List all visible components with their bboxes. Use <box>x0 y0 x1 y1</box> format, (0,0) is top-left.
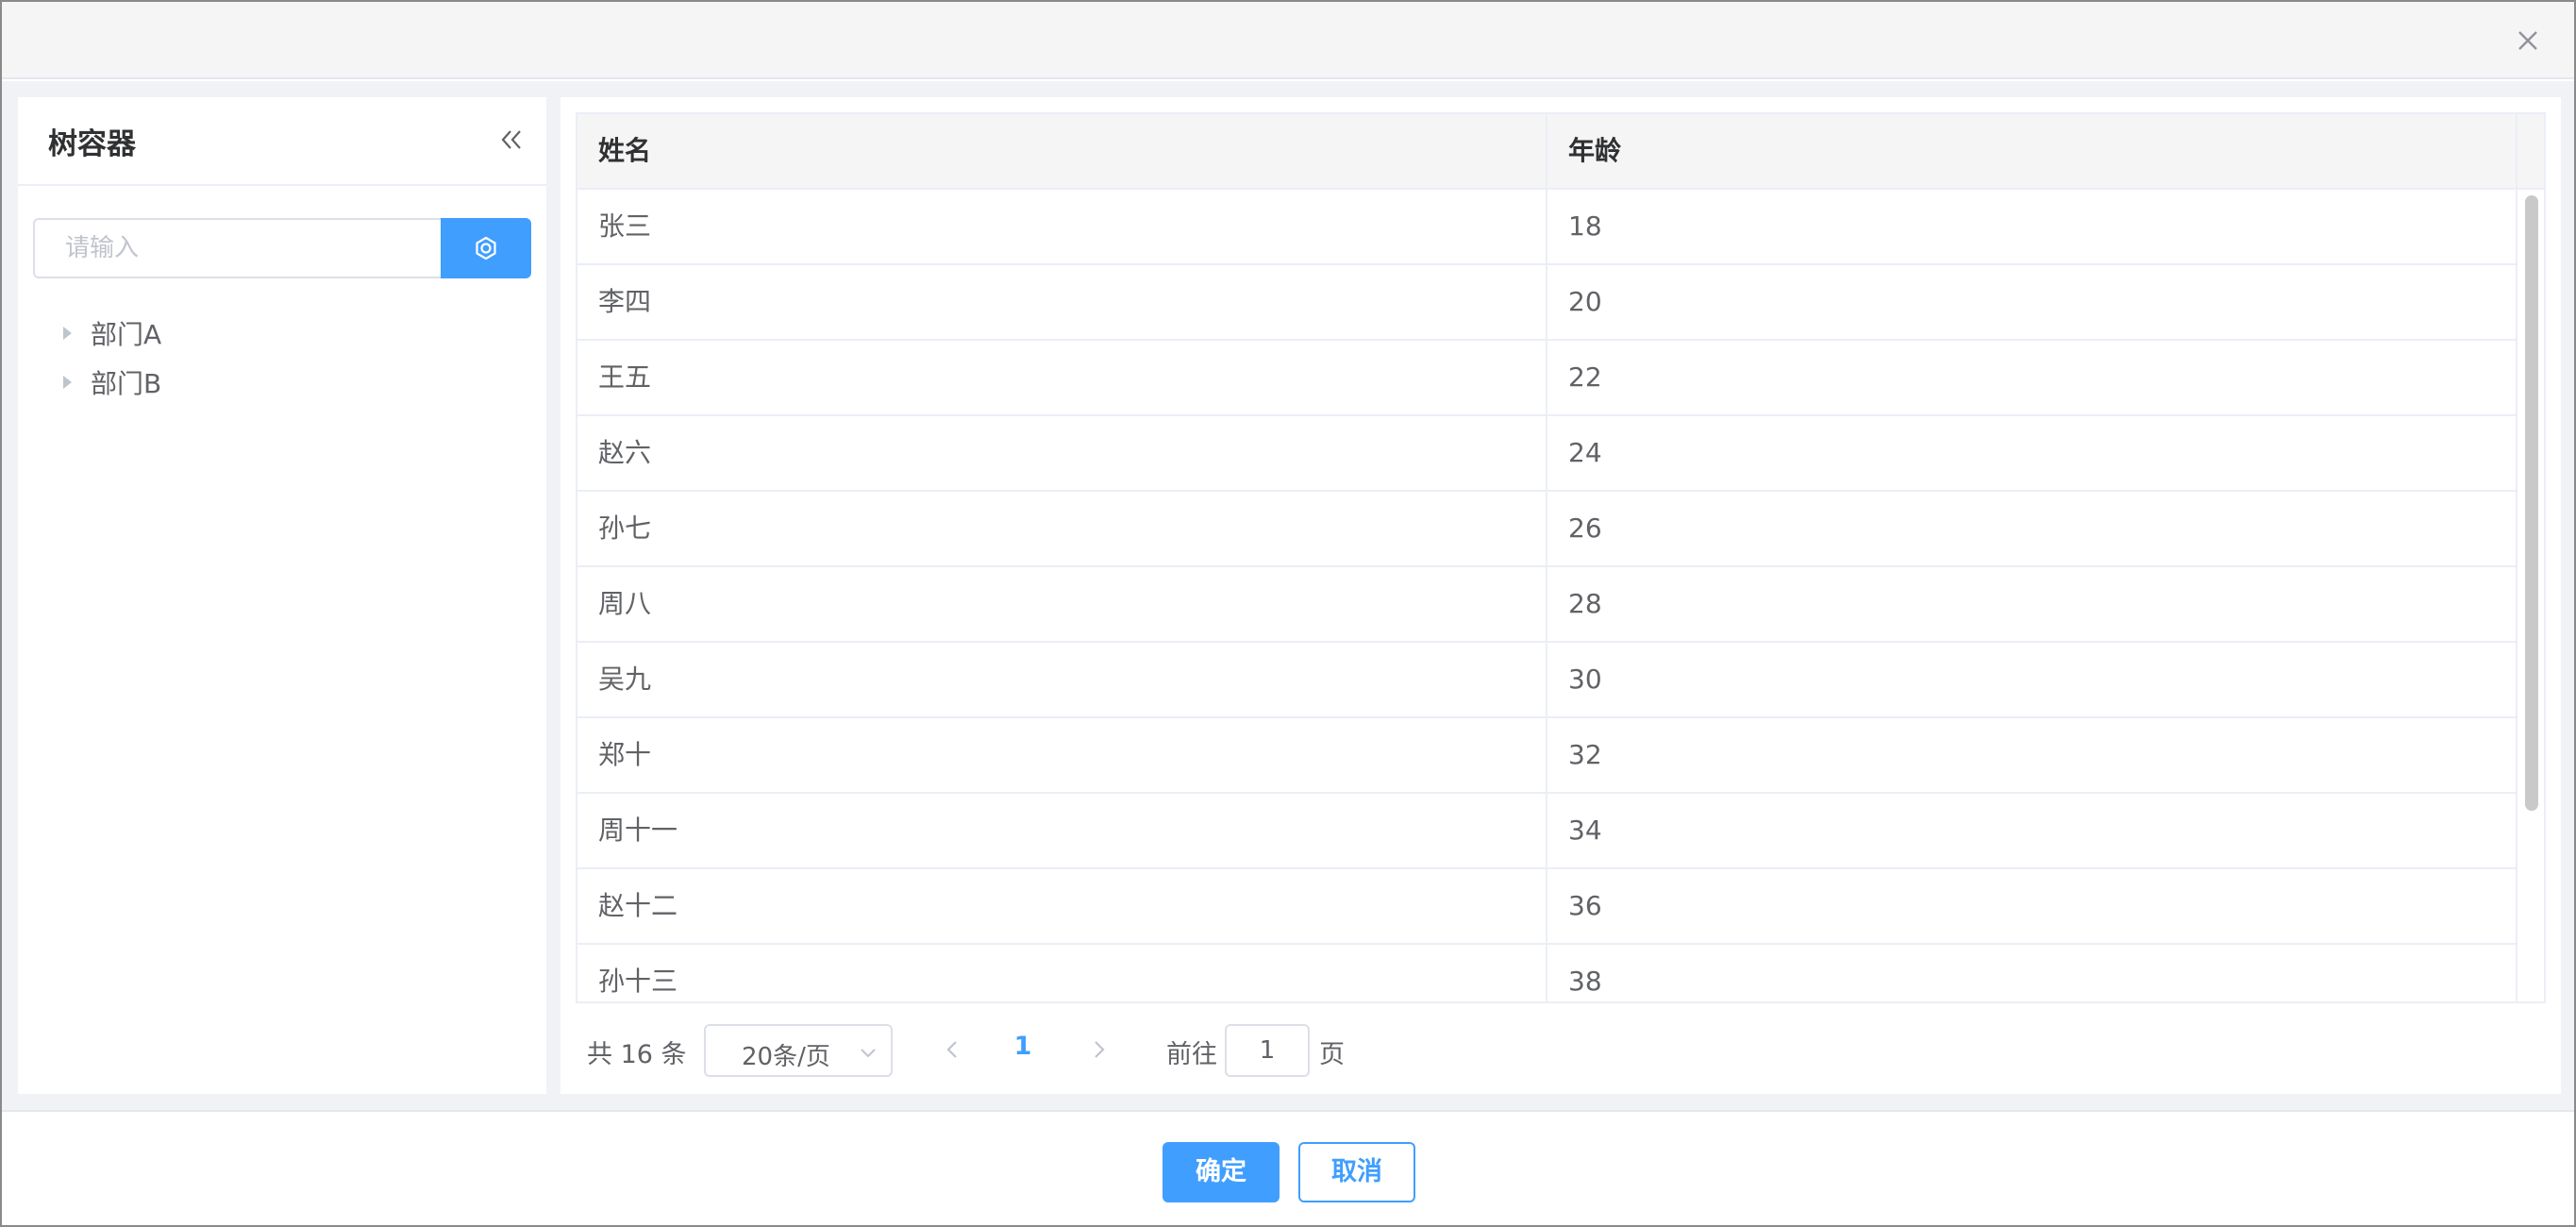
table-row[interactable]: 赵六 24 <box>577 416 2517 492</box>
chevron-down-icon <box>861 1049 876 1058</box>
table-row[interactable]: 王五 22 <box>577 341 2517 416</box>
cell-name: 孙十三 <box>577 945 1547 1001</box>
cell-age: 28 <box>1547 567 2517 641</box>
double-chevron-left-icon[interactable] <box>497 126 526 154</box>
page-size-value: 20条/页 <box>742 1043 830 1071</box>
caret-right-icon[interactable] <box>63 327 72 340</box>
cell-name: 周八 <box>577 567 1547 641</box>
tree-node-dept-a[interactable]: 部门A <box>48 312 161 354</box>
cell-name: 孙七 <box>577 492 1547 565</box>
goto-label: 前往 <box>1166 1040 1217 1069</box>
tree-search-input[interactable] <box>33 218 458 278</box>
column-header-age[interactable]: 年龄 <box>1547 114 2517 188</box>
table-row[interactable]: 李四 20 <box>577 265 2517 341</box>
cell-age: 20 <box>1547 265 2517 339</box>
chevron-right-icon[interactable] <box>1085 1035 1113 1064</box>
cell-age: 26 <box>1547 492 2517 565</box>
cell-name: 张三 <box>577 190 1547 263</box>
cell-age: 22 <box>1547 341 2517 414</box>
tree-node-label: 部门A <box>91 319 162 350</box>
tree-search-button[interactable] <box>441 218 531 278</box>
cell-age: 32 <box>1547 718 2517 792</box>
table-row[interactable]: 吴九 30 <box>577 643 2517 718</box>
goto-page-input[interactable] <box>1225 1024 1310 1077</box>
pagination-total: 共 16 条 <box>587 1040 687 1069</box>
cell-name: 吴九 <box>577 643 1547 716</box>
scrollbar-thumb[interactable] <box>2525 195 2538 811</box>
page-size-select[interactable]: 20条/页 <box>704 1024 893 1077</box>
table-row[interactable]: 孙十三 38 <box>577 945 2517 1001</box>
settings-icon <box>476 236 496 261</box>
chevron-left-icon[interactable] <box>938 1035 966 1064</box>
cell-age: 24 <box>1547 416 2517 490</box>
table-row[interactable]: 周八 28 <box>577 567 2517 643</box>
tree-panel: 树容器 部门A 部门B <box>18 97 546 1094</box>
pagination: 共 16 条 20条/页 1 前往 页 <box>560 1022 2561 1079</box>
table-row[interactable]: 赵十二 36 <box>577 869 2517 945</box>
dialog-footer: 确定 取消 <box>2 1110 2574 1225</box>
cell-name: 赵六 <box>577 416 1547 490</box>
goto-suffix: 页 <box>1319 1040 1345 1069</box>
dialog-header <box>2 2 2574 79</box>
table-panel: 姓名 年龄 张三 18 李四 20 王五 22 赵六 24 孙七 26 周八 28 吴九 30 郑十 32 周十… <box>560 97 2561 1094</box>
table-row[interactable]: 周十一 34 <box>577 794 2517 869</box>
table-header: 姓名 年龄 <box>577 114 2544 190</box>
cell-age: 18 <box>1547 190 2517 263</box>
cell-name: 赵十二 <box>577 869 1547 943</box>
table-row[interactable]: 孙七 26 <box>577 492 2517 567</box>
page-number-current[interactable]: 1 <box>1004 1032 1042 1061</box>
close-icon[interactable] <box>2510 23 2546 59</box>
cell-age: 30 <box>1547 643 2517 716</box>
cell-age: 36 <box>1547 869 2517 943</box>
dialog: 树容器 部门A 部门B <box>0 0 2576 1227</box>
cell-name: 周十一 <box>577 794 1547 867</box>
tree-header: 树容器 <box>18 97 546 186</box>
table-scrollbar[interactable] <box>2519 190 2544 1001</box>
tree-title: 树容器 <box>48 127 136 161</box>
cell-age: 38 <box>1547 945 2517 1001</box>
cell-name: 郑十 <box>577 718 1547 792</box>
cell-name: 李四 <box>577 265 1547 339</box>
data-table: 姓名 年龄 张三 18 李四 20 王五 22 赵六 24 孙七 26 周八 28 吴九 30 郑十 32 周十… <box>576 112 2546 1003</box>
tree-node-dept-b[interactable]: 部门B <box>48 361 161 403</box>
cell-age: 34 <box>1547 794 2517 867</box>
tree-node-label: 部门B <box>91 368 162 399</box>
table-body: 张三 18 李四 20 王五 22 赵六 24 孙七 26 周八 28 吴九 30 郑十 32 周十一 34 赵十二… <box>577 190 2517 1001</box>
caret-right-icon[interactable] <box>63 376 72 389</box>
table-row[interactable]: 郑十 32 <box>577 718 2517 794</box>
column-header-name[interactable]: 姓名 <box>577 114 1547 188</box>
table-row[interactable]: 张三 18 <box>577 190 2517 265</box>
confirm-button[interactable]: 确定 <box>1163 1142 1280 1202</box>
cancel-button[interactable]: 取消 <box>1298 1142 1415 1202</box>
cell-name: 王五 <box>577 341 1547 414</box>
dialog-body: 树容器 部门A 部门B <box>2 81 2574 1110</box>
